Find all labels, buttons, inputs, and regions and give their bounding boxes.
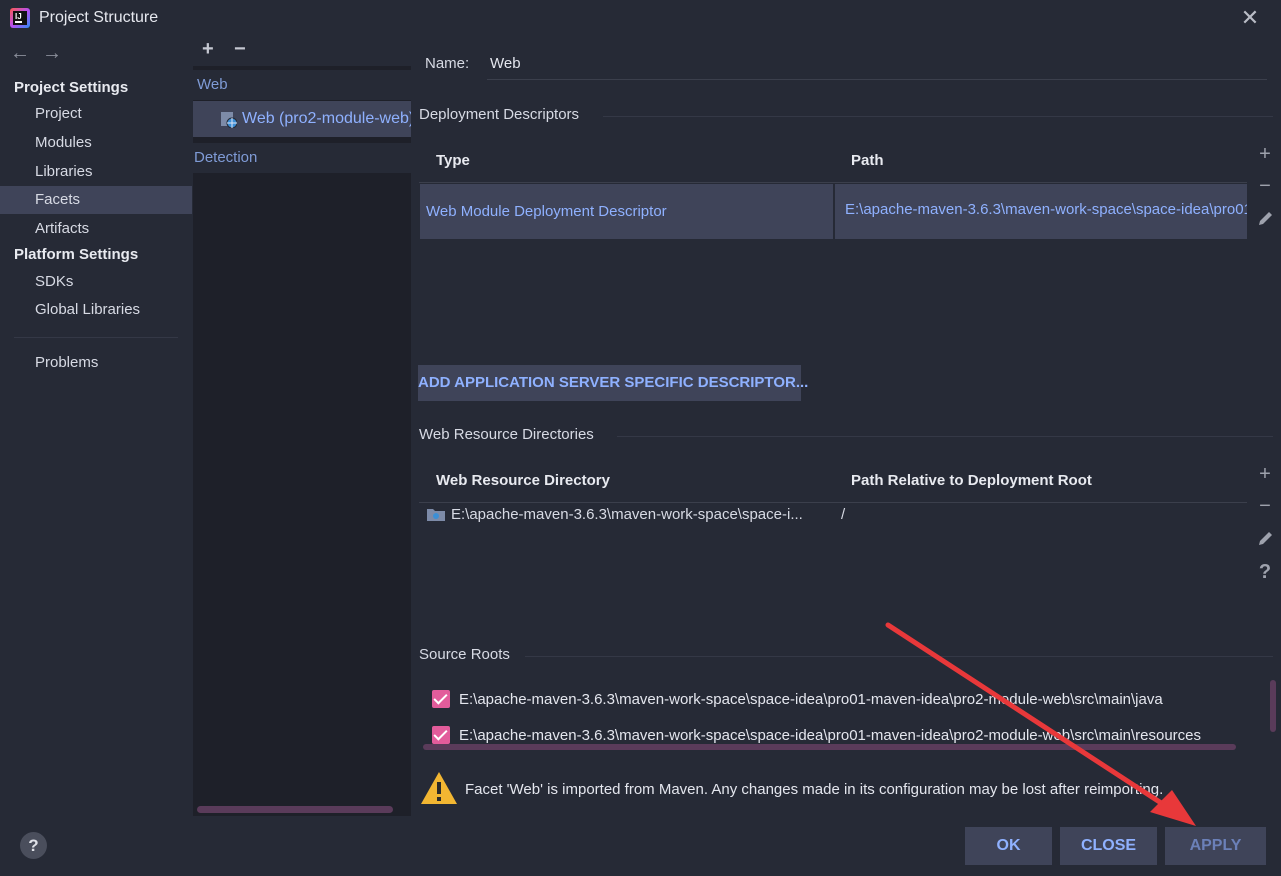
- source-root-path[interactable]: E:\apache-maven-3.6.3\maven-work-space\s…: [459, 691, 1163, 708]
- maven-import-warning: Facet 'Web' is imported from Maven. Any …: [465, 781, 1164, 798]
- column-header-relative-path[interactable]: Path Relative to Deployment Root: [851, 472, 1092, 489]
- deployment-descriptors-table: [419, 139, 1247, 359]
- warning-icon: [421, 772, 457, 804]
- remove-resource-dir-icon[interactable]: −: [1255, 495, 1275, 518]
- sidebar-item-problems[interactable]: Problems: [0, 349, 192, 377]
- sidebar-item-project[interactable]: Project: [0, 100, 192, 128]
- plus-icon[interactable]: +: [202, 38, 214, 61]
- web-facet-icon: [221, 112, 237, 128]
- sidebar-item-sdks[interactable]: SDKs: [0, 268, 192, 296]
- name-field[interactable]: [487, 50, 1267, 80]
- descriptor-path-cell[interactable]: E:\apache-maven-3.6.3\maven-work-space\s…: [845, 201, 1247, 218]
- facet-group-detection[interactable]: Detection: [193, 143, 411, 173]
- sidebar-item-global-libraries[interactable]: Global Libraries: [0, 296, 192, 324]
- back-arrow-icon[interactable]: ←: [10, 42, 30, 65]
- apply-button[interactable]: APPLY: [1165, 827, 1266, 865]
- edit-descriptor-icon[interactable]: [1257, 209, 1275, 227]
- help-button[interactable]: ?: [20, 832, 47, 859]
- section-divider: [603, 116, 1273, 117]
- sidebar-item-facets[interactable]: Facets: [0, 186, 192, 214]
- sidebar-item-libraries[interactable]: Libraries: [0, 158, 192, 186]
- section-divider: [617, 436, 1273, 437]
- source-roots-hscrollbar[interactable]: [423, 744, 1236, 750]
- sidebar-divider: [14, 337, 178, 338]
- svg-text:IJ: IJ: [15, 12, 22, 21]
- web-resource-dir-cell[interactable]: E:\apache-maven-3.6.3\maven-work-space\s…: [451, 506, 803, 523]
- source-root-path[interactable]: E:\apache-maven-3.6.3\maven-work-space\s…: [459, 727, 1277, 744]
- name-label: Name:: [425, 55, 470, 72]
- sidebar-item-artifacts[interactable]: Artifacts: [0, 215, 192, 243]
- section-divider: [525, 656, 1273, 657]
- facets-list-scrollbar[interactable]: [197, 806, 393, 813]
- facet-group-web[interactable]: Web: [193, 70, 411, 100]
- window-title: Project Structure: [39, 9, 159, 26]
- remove-descriptor-icon[interactable]: −: [1255, 175, 1275, 198]
- project-settings-heading: Project Settings: [14, 79, 129, 96]
- add-resource-dir-icon[interactable]: +: [1255, 463, 1275, 486]
- forward-arrow-icon[interactable]: →: [42, 42, 62, 65]
- facet-item-web[interactable]: Web (pro2-module-web): [193, 101, 411, 137]
- platform-settings-heading: Platform Settings: [14, 246, 139, 263]
- table-header-divider: [419, 502, 1247, 503]
- web-folder-icon: [427, 509, 445, 521]
- source-roots-title: Source Roots: [419, 646, 510, 663]
- column-header-type[interactable]: Type: [436, 152, 470, 169]
- column-header-path[interactable]: Path: [851, 152, 884, 169]
- close-icon[interactable]: ✕: [1238, 6, 1262, 30]
- add-server-descriptor-button[interactable]: ADD APPLICATION SERVER SPECIFIC DESCRIPT…: [418, 365, 808, 401]
- close-button[interactable]: CLOSE: [1060, 827, 1157, 865]
- ok-button[interactable]: OK: [965, 827, 1052, 865]
- name-field-value[interactable]: Web: [490, 55, 521, 72]
- descriptor-type-cell[interactable]: Web Module Deployment Descriptor: [426, 203, 667, 220]
- table-header-divider: [419, 182, 1247, 183]
- facets-toolbar: [193, 36, 411, 66]
- web-resource-directories-title: Web Resource Directories: [419, 426, 594, 443]
- minus-icon[interactable]: −: [234, 38, 246, 61]
- deployment-descriptors-title: Deployment Descriptors: [419, 106, 580, 123]
- sidebar-item-modules[interactable]: Modules: [0, 129, 192, 157]
- facet-item-web-label: Web (pro2-module-web): [242, 110, 411, 127]
- add-descriptor-icon[interactable]: +: [1255, 143, 1275, 166]
- relative-path-cell[interactable]: /: [841, 506, 845, 523]
- column-header-web-resource-directory[interactable]: Web Resource Directory: [436, 472, 610, 489]
- source-roots-vscrollbar[interactable]: [1270, 680, 1276, 732]
- column-separator: [833, 184, 835, 239]
- source-root-checkbox[interactable]: [432, 690, 450, 708]
- intellij-app-icon: IJ: [10, 8, 30, 28]
- source-root-checkbox[interactable]: [432, 726, 450, 744]
- title-bar: [0, 0, 1281, 36]
- help-icon[interactable]: ?: [1255, 561, 1275, 584]
- edit-resource-dir-icon[interactable]: [1257, 529, 1275, 547]
